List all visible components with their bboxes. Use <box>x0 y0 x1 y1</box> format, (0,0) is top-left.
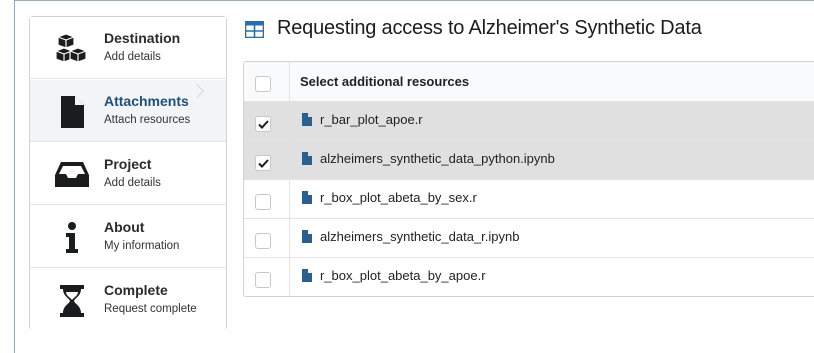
row-checkbox[interactable] <box>255 155 271 171</box>
steps-panel: Destination Add details Attachments Atta… <box>29 16 227 331</box>
checkmark-icon <box>257 158 269 168</box>
file-icon <box>302 191 312 204</box>
column-divider <box>289 102 290 140</box>
step-description: Request complete <box>104 303 197 315</box>
file-icon <box>302 230 312 243</box>
table-icon <box>244 20 265 39</box>
file-icon <box>52 94 92 130</box>
table-row[interactable]: r_box_plot_abeta_by_apoe.r <box>244 258 814 296</box>
row-checkbox[interactable] <box>255 194 271 210</box>
resource-name[interactable]: r_bar_plot_apoe.r <box>320 112 423 127</box>
checkmark-icon <box>257 119 269 129</box>
resource-name[interactable]: alzheimers_synthetic_data_python.ipynb <box>320 151 555 166</box>
window-border-top <box>14 0 814 1</box>
column-divider <box>289 62 290 101</box>
file-icon <box>302 152 312 165</box>
row-checkbox[interactable] <box>255 272 271 288</box>
column-divider <box>289 219 290 257</box>
column-divider <box>289 141 290 179</box>
step-complete[interactable]: Complete Request complete <box>30 269 226 331</box>
resources-table: Select additional resources r_bar_plot_a… <box>243 61 814 297</box>
column-header-label: Select additional resources <box>300 74 470 89</box>
step-title: Destination <box>104 30 181 46</box>
page-title: Requesting access to Alzheimer's Synthet… <box>277 17 702 39</box>
cubes-icon <box>52 31 92 67</box>
window-border-left <box>14 0 15 353</box>
step-title: Attachments <box>104 93 189 109</box>
inbox-icon <box>52 157 92 193</box>
table-row[interactable]: alzheimers_synthetic_data_python.ipynb <box>244 141 814 180</box>
step-project[interactable]: Project Add details <box>30 143 226 205</box>
info-icon <box>52 220 92 256</box>
hourglass-icon <box>52 283 92 319</box>
step-description: Add details <box>104 51 161 63</box>
resource-name[interactable]: r_box_plot_abeta_by_apoe.r <box>320 268 486 283</box>
select-all-checkbox[interactable] <box>255 76 271 92</box>
table-header-row: Select additional resources <box>244 62 814 102</box>
file-icon <box>302 113 312 126</box>
column-divider <box>289 180 290 218</box>
step-title: About <box>104 219 145 235</box>
resource-name[interactable]: r_box_plot_abeta_by_sex.r <box>320 190 477 205</box>
step-description: My information <box>104 240 180 252</box>
step-destination[interactable]: Destination Add details <box>30 17 226 79</box>
step-title: Complete <box>104 282 168 298</box>
row-checkbox[interactable] <box>255 233 271 249</box>
file-icon <box>302 269 312 282</box>
step-about[interactable]: About My information <box>30 206 226 268</box>
step-title: Project <box>104 156 152 172</box>
row-checkbox[interactable] <box>255 116 271 132</box>
resource-name[interactable]: alzheimers_synthetic_data_r.ipynb <box>320 229 519 244</box>
step-description: Attach resources <box>104 114 191 126</box>
table-row[interactable]: r_box_plot_abeta_by_sex.r <box>244 180 814 219</box>
table-row[interactable]: alzheimers_synthetic_data_r.ipynb <box>244 219 814 258</box>
table-row[interactable]: r_bar_plot_apoe.r <box>244 102 814 141</box>
column-divider <box>289 258 290 296</box>
step-description: Add details <box>104 177 161 189</box>
